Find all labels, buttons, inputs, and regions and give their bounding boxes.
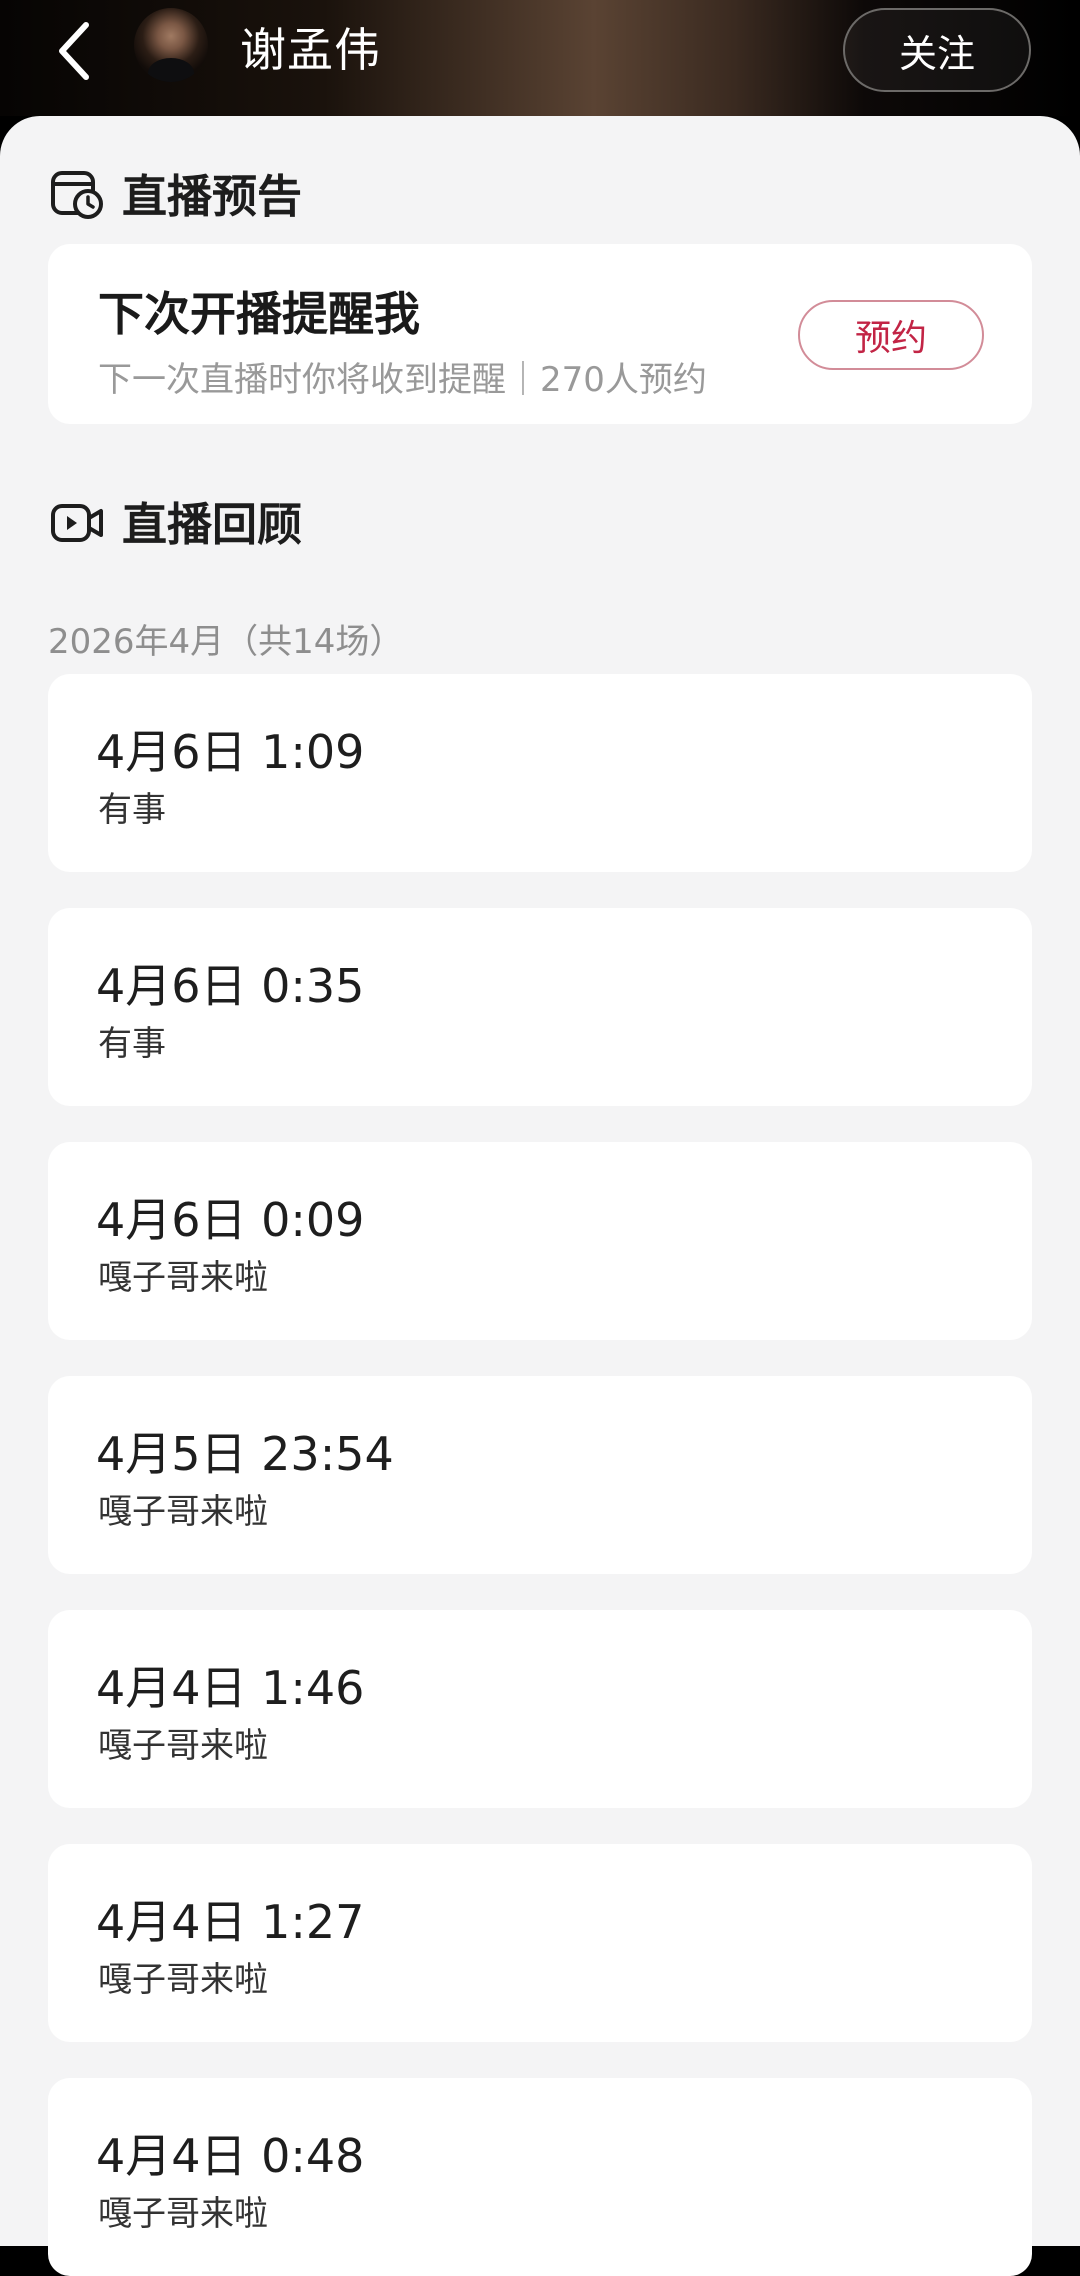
session-time: 4月6日 0:09 (96, 1193, 365, 1247)
calendar-clock-icon (51, 170, 103, 219)
back-button[interactable] (44, 14, 104, 88)
session-topic: 嘎子哥来啦 (98, 1726, 268, 1766)
session-topic: 嘎子哥来啦 (98, 1492, 268, 1532)
session-time: 4月4日 0:48 (96, 2129, 365, 2183)
top-bar: 谢孟伟 关注 (0, 0, 1080, 116)
chevron-left-icon (59, 22, 89, 80)
session-card[interactable]: 4月5日 23:54 嘎子哥来啦 (48, 1376, 1032, 1574)
session-card[interactable]: 4月4日 1:27 嘎子哥来啦 (48, 1844, 1032, 2042)
follow-button[interactable]: 关注 (843, 8, 1031, 92)
session-card[interactable]: 4月6日 1:09 有事 (48, 674, 1032, 872)
session-card[interactable]: 4月6日 0:09 嘎子哥来啦 (48, 1142, 1032, 1340)
reminder-subtitle: 下一次直播时你将收到提醒｜270人预约 (98, 360, 707, 400)
session-card[interactable]: 4月4日 0:48 嘎子哥来啦 (48, 2078, 1032, 2276)
reminder-title: 下次开播提醒我 (98, 287, 420, 341)
preview-section-title: 直播预告 (50, 160, 302, 225)
avatar[interactable] (134, 8, 208, 82)
streamer-name: 谢孟伟 (240, 23, 381, 77)
session-topic: 有事 (98, 1024, 166, 1064)
session-time: 4月6日 0:35 (96, 959, 365, 1013)
review-section-title: 直播回顾 (50, 488, 302, 553)
session-time: 4月6日 1:09 (96, 725, 365, 779)
session-time: 4月4日 1:46 (96, 1661, 365, 1715)
preview-section-label: 直播预告 (122, 170, 303, 223)
session-topic: 嘎子哥来啦 (98, 2194, 268, 2234)
session-card[interactable]: 4月4日 1:46 嘎子哥来啦 (48, 1610, 1032, 1808)
review-section-label: 直播回顾 (122, 498, 303, 551)
session-topic: 有事 (98, 790, 166, 830)
next-live-reminder-card: 下次开播提醒我 下一次直播时你将收到提醒｜270人预约 预约 (48, 244, 1032, 424)
session-time: 4月4日 1:27 (96, 1895, 365, 1949)
session-time: 4月5日 23:54 (96, 1427, 394, 1481)
month-summary: 2026年4月（共14场） (48, 622, 404, 662)
session-card[interactable]: 4月6日 0:35 有事 (48, 908, 1032, 1106)
session-topic: 嘎子哥来啦 (98, 1960, 268, 2000)
session-topic: 嘎子哥来啦 (98, 1258, 268, 1298)
main-content: 直播预告 下次开播提醒我 下一次直播时你将收到提醒｜270人预约 预约 直播回顾… (0, 116, 1080, 2276)
video-play-icon (51, 503, 103, 542)
reserve-button[interactable]: 预约 (798, 300, 984, 370)
